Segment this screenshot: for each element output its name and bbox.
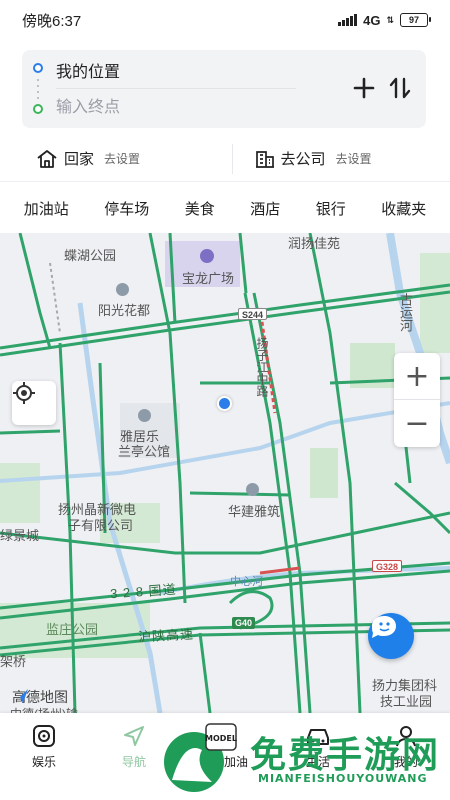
company-shortcut[interactable]: 去公司 去设置 (231, 143, 450, 174)
current-location-marker (217, 396, 232, 411)
road-shield-s244: S244 (238, 308, 268, 320)
zoom-control: + − (394, 353, 440, 447)
category-favorites[interactable]: 收藏夹 (381, 198, 426, 219)
mall-poi-icon[interactable] (200, 249, 214, 263)
destination-dot-icon (33, 104, 43, 114)
map-label-zhongxinhe: 中心河 (230, 576, 263, 588)
map-label-baolong: 宝龙广场 (182, 271, 235, 286)
nav-navigation-label: 导航 (121, 755, 146, 769)
category-gas-station[interactable]: 加油站 (24, 198, 69, 219)
map-label-park-north: 蝶湖公园 (64, 248, 117, 263)
voice-assistant-button[interactable] (368, 613, 414, 659)
residence-poi-icon[interactable] (116, 283, 129, 296)
route-card: 我的位置 (22, 50, 426, 128)
watermark: MODEL 免费手游网 MIANFEISHOUYOUWANG (150, 700, 450, 800)
category-parking[interactable]: 停车场 (104, 198, 149, 219)
category-food[interactable]: 美食 (185, 198, 215, 219)
status-time: 傍晚6:37 (22, 12, 82, 30)
amap-logo-icon (14, 689, 28, 703)
assistant-icon (372, 616, 396, 638)
road-shield-g40: G40 (232, 617, 256, 629)
watermark-title: 免费手游网 (250, 735, 441, 776)
nav-entertainment-label: 娱乐 (31, 755, 56, 769)
home-setup-link[interactable]: 去设置 (104, 150, 140, 167)
swap-route-button[interactable] (386, 74, 414, 102)
navigation-icon (121, 723, 147, 749)
plus-icon (353, 77, 375, 99)
locate-icon (13, 382, 35, 404)
watermark-subtitle: MIANFEISHOUYOUWANG (258, 772, 428, 785)
status-indicators: 4G ⇅ 97 (338, 12, 431, 28)
map-label-guoyunhe: 古运河 (398, 293, 413, 332)
battery-level: 97 (408, 15, 419, 25)
top-panel: 我的位置 回家 去设置 去公司 去设置 加油站 停车场 美食 酒店 银行 收藏夹 (0, 40, 450, 233)
office-icon (255, 150, 274, 168)
category-hotel[interactable]: 酒店 (250, 198, 280, 219)
amap-logo: 高德地图 (12, 687, 68, 707)
map-label-expressway: 沪陕高速 (137, 626, 195, 645)
battery-icon: 97 (400, 13, 431, 27)
category-row: 加油站 停车场 美食 酒店 银行 收藏夹 (0, 183, 450, 233)
company-setup-link[interactable]: 去设置 (336, 150, 372, 167)
data-arrows-icon: ⇅ (386, 14, 394, 25)
category-bank[interactable]: 银行 (316, 198, 346, 219)
origin-dot-icon (33, 63, 43, 73)
company-label: 去公司 (280, 151, 326, 168)
watermark-logo-icon: MODEL (164, 723, 237, 792)
map-label-santing: 兰亭公馆 (118, 444, 171, 459)
home-shortcut[interactable]: 回家 去设置 (0, 144, 232, 174)
map-label-lvjing: 绿景城 (0, 528, 40, 543)
origin-field[interactable]: 我的位置 (56, 58, 120, 82)
zoom-in-button[interactable]: + (394, 353, 440, 399)
signal-icon (338, 14, 358, 26)
locate-button[interactable] (12, 381, 56, 425)
map-label-huajian: 华建雅筑 (228, 504, 281, 519)
route-dots-icon (37, 77, 39, 101)
map-label-jingxin-2: 子有限公司 (68, 518, 134, 533)
home-label: 回家 (64, 151, 95, 168)
destination-input[interactable] (56, 96, 296, 120)
entertainment-icon (31, 723, 57, 749)
map-label-yangguang: 阳光花都 (98, 303, 151, 318)
map-label-yangzi-road: 扬子江中路 (255, 337, 269, 397)
network-type: 4G (363, 12, 381, 28)
route-divider (56, 88, 296, 89)
map-label-jiaqiao: 架桥 (0, 654, 27, 669)
status-bar: 傍晚6:37 4G ⇅ 97 (0, 0, 450, 40)
home-icon (37, 149, 57, 168)
watermark-logo-text: MODEL (205, 734, 237, 743)
map-label-jiangzhuang: 监庄公园 (46, 622, 99, 637)
residence-poi-icon-3[interactable] (246, 483, 259, 496)
map-label-runyang: 润扬佳苑 (288, 236, 341, 251)
residence-poi-icon-2[interactable] (138, 409, 151, 422)
add-waypoint-button[interactable] (350, 74, 378, 102)
map-view[interactable]: 蝶湖公园 润扬佳苑 宝龙广场 阳光花都 雅居乐 兰亭公馆 扬州晶新微电 子有限公… (0, 233, 450, 713)
swap-icon (389, 77, 411, 99)
road-shield-g328: G328 (372, 560, 403, 572)
nav-entertainment[interactable]: 娱乐 (14, 723, 74, 770)
shortcut-row: 回家 去设置 去公司 去设置 (0, 136, 450, 182)
zoom-out-button[interactable]: − (394, 400, 440, 446)
